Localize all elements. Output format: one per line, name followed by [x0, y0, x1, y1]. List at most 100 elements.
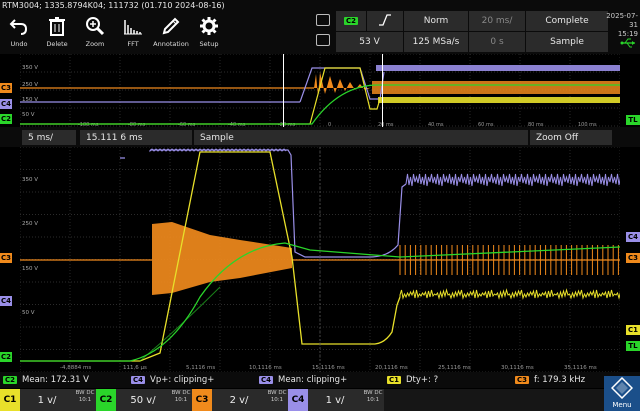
measurement-4[interactable]: C1 Dty+: ?: [384, 372, 512, 388]
meas-4-text: Dty+: ?: [406, 375, 439, 385]
zoom-time-scale[interactable]: 5 ms/: [22, 130, 76, 145]
channel-c2[interactable]: C2 50 v/ BW DC 10:1: [96, 389, 192, 411]
usb-icon: [620, 33, 636, 52]
fft-button[interactable]: FFT: [114, 11, 152, 52]
measurement-3[interactable]: C4 Mean: clipping+: [256, 372, 384, 388]
zoom-position[interactable]: 15.111 6 ms: [80, 130, 192, 145]
menu-button[interactable]: Menu: [604, 376, 640, 411]
c4-coupling: BW DC 10:1: [362, 389, 384, 411]
channel-c3[interactable]: C3 2 v/ BW DC 10:1: [192, 389, 288, 411]
c1-right-marker[interactable]: C1: [626, 325, 640, 335]
trigger-slope-cell[interactable]: [367, 11, 403, 31]
tl-right-marker[interactable]: TL: [626, 341, 640, 351]
trigger-source-badge: C2: [343, 17, 358, 25]
main-label-250: 250 V: [22, 221, 38, 227]
overview-waveform[interactable]: C3 C4 C2 350 V 250 V 150 V 50 V -100 ms -…: [0, 54, 640, 127]
main-time-tick: 20,1116 ms: [375, 365, 408, 371]
instrument-title: RTM3004; 1335.8794K04; 111732 (01.710 20…: [2, 1, 225, 10]
measurement-5[interactable]: C3 f: 179.3 kHz: [512, 372, 604, 388]
main-time-tick: 111,6 µs: [123, 365, 147, 371]
measurement-1[interactable]: C2 Mean: 172.31 V: [0, 372, 128, 388]
c3-right-marker[interactable]: C3: [626, 253, 640, 263]
rising-edge-icon: [378, 13, 392, 29]
delete-button[interactable]: Delete: [38, 11, 76, 52]
channel-c1[interactable]: C1 1 v/ BW DC 10:1: [0, 389, 96, 411]
rs-logo-icon: [610, 376, 634, 401]
channel-c4[interactable]: C4 1 v/ BW DC 10:1: [288, 389, 384, 411]
main-time-tick: 35,1116 ms: [564, 365, 597, 371]
main-label-150: 150 V: [22, 266, 38, 272]
c4-scale: 1 v/: [308, 389, 362, 411]
overview-c3-marker[interactable]: C3: [0, 83, 12, 93]
c3-level-marker[interactable]: C3: [0, 253, 12, 263]
c3-tag: C3: [192, 389, 212, 411]
undo-label: Undo: [10, 40, 28, 48]
layout-icons: [312, 12, 334, 52]
setup-button[interactable]: Setup: [190, 11, 228, 52]
c4-level-marker[interactable]: C4: [0, 296, 12, 306]
fft-label: FFT: [127, 40, 139, 48]
c2-level-marker[interactable]: C2: [0, 352, 12, 362]
gear-icon: [199, 14, 219, 38]
zoom-button[interactable]: Zoom: [76, 11, 114, 52]
time-scale[interactable]: 20 ms/: [469, 11, 525, 31]
c1-coupling: BW DC 10:1: [74, 389, 96, 411]
window-layout-icon[interactable]: [316, 14, 330, 26]
zoom-acq-mode[interactable]: Sample: [194, 130, 528, 145]
c3-burst: [152, 222, 292, 295]
annotation-button[interactable]: Annotation: [152, 11, 190, 52]
trigger-source-cell[interactable]: C2: [336, 11, 366, 31]
toolbar: Undo Delete Zoom FFT Annotation Setup: [0, 11, 228, 52]
main-time-tick: 5,1116 ms: [186, 365, 215, 371]
menu-label: Menu: [612, 401, 632, 409]
acquisition-mode[interactable]: Sample: [526, 32, 608, 52]
overview-c2-marker[interactable]: C2: [0, 114, 12, 124]
ov-label-250: 250 V: [22, 82, 38, 88]
undo-button[interactable]: Undo: [0, 11, 38, 52]
ov-label-350: 350 V: [22, 65, 38, 71]
main-label-350: 350 V: [22, 177, 38, 183]
acquisition-panel: C2 Norm 20 ms/ Complete 53 V 125 MSa/s 0…: [336, 11, 608, 52]
trigger-level[interactable]: 53 V: [336, 32, 403, 52]
channel-row: C1 1 v/ BW DC 10:1 C2 50 v/ BW DC 10:1 C3 …: [0, 389, 640, 411]
c4-tag: C4: [288, 389, 308, 411]
setup-label: Setup: [199, 40, 219, 48]
main-waveform[interactable]: C3 C4 C2 350 V 250 V 150 V 50 V -4,8884 …: [0, 147, 640, 372]
trigger-mode[interactable]: Norm: [404, 11, 468, 31]
meas-3-text: Mean: clipping+: [278, 375, 348, 385]
main-time-tick: 25,1116 ms: [438, 365, 471, 371]
c2-coupling: BW DC 10:1: [170, 389, 192, 411]
delete-label: Delete: [46, 40, 68, 48]
main-time-tick: 30,1116 ms: [501, 365, 534, 371]
annotation-label: Annotation: [153, 40, 189, 48]
main-label-50: 50 V: [22, 310, 35, 316]
zoom-icon: [85, 14, 105, 38]
c2-scale: 50 v/: [116, 389, 170, 411]
measurement-row: C2 Mean: 172.31 V C4 Vp+: clipping+ C4 M…: [0, 372, 640, 388]
meas-4-badge: C1: [387, 376, 402, 384]
top-bar: RTM3004; 1335.8794K04; 111732 (01.710 20…: [0, 0, 640, 54]
window-layout-2-icon[interactable]: [316, 34, 330, 46]
overview-tl-marker[interactable]: TL: [626, 115, 640, 125]
pen-icon: [161, 14, 181, 38]
sample-rate[interactable]: 125 MSa/s: [404, 32, 468, 52]
c4-right-marker[interactable]: C4: [626, 232, 640, 242]
ov-label-50: 50 V: [22, 112, 35, 118]
acquisition-state[interactable]: Complete: [526, 11, 608, 31]
c3-coupling: BW DC 10:1: [266, 389, 288, 411]
zoom-bar: 5 ms/ 15.111 6 ms Sample Zoom Off: [0, 127, 640, 147]
meas-3-badge: C4: [259, 376, 274, 384]
c3-scale: 2 v/: [212, 389, 266, 411]
c1-scale: 1 v/: [20, 389, 74, 411]
zoom-off-button[interactable]: Zoom Off: [530, 130, 612, 145]
date: 2025-07-31: [606, 12, 638, 29]
c1-tag: C1: [0, 389, 20, 411]
main-plot[interactable]: 350 V 250 V 150 V 50 V -4,8884 ms 111,6 µ…: [20, 147, 620, 372]
trash-icon: [47, 14, 67, 38]
zoom-window-indicator[interactable]: [283, 54, 383, 127]
undo-icon: [9, 14, 29, 38]
measurement-2[interactable]: C4 Vp+: clipping+: [128, 372, 256, 388]
horizontal-position[interactable]: 0 s: [469, 32, 525, 52]
overview-c4-marker[interactable]: C4: [0, 99, 12, 109]
main-time-tick: 10,1116 ms: [249, 365, 282, 371]
